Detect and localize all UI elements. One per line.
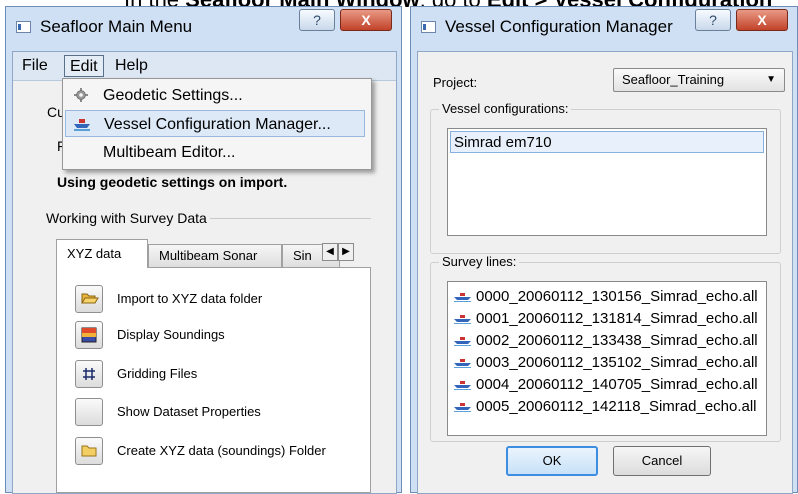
project-select-value: Seafloor_Training: [622, 72, 725, 87]
survey-line-name: 0004_20060112_140705_Simrad_echo.all: [476, 376, 758, 393]
gridding-files-label: Gridding Files: [117, 366, 198, 381]
show-dataset-properties-label: Show Dataset Properties: [117, 404, 261, 419]
tab-scroll-left-icon[interactable]: ◀: [322, 243, 338, 261]
list-item[interactable]: 0003_20060112_135102_Simrad_echo.all: [454, 352, 758, 374]
project-label: Project:: [433, 75, 478, 90]
list-item[interactable]: 0000_20060112_130156_Simrad_echo.all: [454, 286, 758, 308]
window-app-icon: [421, 21, 436, 33]
list-item[interactable]: Simrad em710: [450, 131, 764, 153]
list-item[interactable]: 0005_20060112_142118_Simrad_echo.all: [454, 396, 757, 418]
ship-icon: [454, 381, 471, 390]
survey-line-name: 0001_20060112_131814_Simrad_echo.all: [476, 310, 758, 327]
project-select[interactable]: Seafloor_Training ▼: [613, 68, 785, 92]
list-item[interactable]: 0002_20060112_133438_Simrad_echo.all: [454, 330, 758, 352]
chevron-down-icon: ▼: [766, 74, 776, 85]
vessel-configurations-list[interactable]: Simrad em710: [447, 128, 767, 236]
import-xyz-button[interactable]: [75, 285, 103, 313]
list-item[interactable]: 0001_20060112_131814_Simrad_echo.all: [454, 308, 758, 330]
survey-lines-group: Survey lines: 0000_20060112_130156_Simra…: [430, 254, 781, 442]
geodetic-settings-label: Geodetic Settings...: [103, 87, 243, 104]
soundings-map-icon: [81, 327, 97, 343]
ship-icon: [454, 315, 471, 324]
folder-icon: [81, 445, 97, 457]
ship-icon: [454, 359, 471, 368]
help-button[interactable]: ?: [299, 9, 335, 31]
menubar: File Edit Help: [13, 52, 396, 81]
vessel-configuration-manager-label: Vessel Configuration Manager...: [104, 116, 331, 133]
survey-line-name: 0000_20060112_130156_Simrad_echo.all: [476, 288, 758, 305]
menu-file[interactable]: File: [17, 55, 53, 77]
menu-help[interactable]: Help: [110, 55, 153, 77]
vessel-configurations-label: Vessel configurations:: [439, 101, 572, 116]
gridding-files-button[interactable]: [75, 360, 103, 388]
grid-icon: [83, 368, 95, 380]
survey-lines-list[interactable]: 0000_20060112_130156_Simrad_echo.all 000…: [447, 281, 767, 436]
main-window-title: Seafloor Main Menu: [40, 17, 193, 36]
menu-edit[interactable]: Edit: [64, 55, 104, 77]
display-soundings-label: Display Soundings: [117, 327, 225, 342]
main-titlebar[interactable]: Seafloor Main Menu ? X: [6, 7, 401, 43]
edit-menu-dropdown: Geodetic Settings... Vessel Configuratio…: [62, 78, 372, 170]
vessel-client-area: Project: Seafloor_Training ▼ Vessel conf…: [417, 51, 793, 494]
ship-icon: [454, 403, 471, 412]
ok-button[interactable]: OK: [506, 446, 598, 476]
ship-icon: [74, 119, 90, 131]
window-app-icon: [16, 21, 31, 33]
ship-icon: [454, 337, 471, 346]
menu-item-multibeam-editor[interactable]: Multibeam Editor...: [65, 139, 365, 166]
menu-item-vessel-configuration-manager[interactable]: Vessel Configuration Manager...: [65, 110, 365, 137]
create-xyz-folder-button[interactable]: [75, 437, 103, 465]
survey-line-name: 0003_20060112_135102_Simrad_echo.all: [476, 354, 758, 371]
vessel-configurations-group: Vessel configurations: Simrad em710: [430, 101, 781, 254]
create-xyz-folder-label: Create XYZ data (soundings) Folder: [117, 443, 326, 458]
vessel-titlebar[interactable]: Vessel Configuration Manager ? X: [411, 7, 797, 43]
help-button[interactable]: ?: [695, 9, 731, 31]
tab-scroll-right-icon[interactable]: ▶: [338, 243, 354, 261]
display-soundings-button[interactable]: [75, 321, 103, 349]
list-item[interactable]: 0004_20060112_140705_Simrad_echo.all: [454, 374, 758, 396]
tab-xyz-data[interactable]: XYZ data: [56, 239, 148, 268]
menu-item-geodetic-settings[interactable]: Geodetic Settings...: [65, 82, 365, 109]
import-xyz-label: Import to XYZ data folder: [117, 291, 263, 306]
survey-line-name: 0005_20060112_142118_Simrad_echo.all: [476, 398, 757, 415]
working-with-survey-data-label: Working with Survey Data: [46, 210, 210, 226]
survey-data-tabs: XYZ data Multibeam Sonar Sin ◀ ▶: [56, 239, 362, 268]
close-button[interactable]: X: [340, 9, 392, 31]
vessel-window-title: Vessel Configuration Manager: [445, 17, 673, 36]
xyz-data-tab-panel: Import to XYZ data folder Display Soundi…: [56, 267, 371, 493]
multibeam-editor-label: Multibeam Editor...: [103, 144, 236, 161]
show-dataset-properties-button[interactable]: [75, 398, 103, 426]
vessel-configuration-manager-window: Vessel Configuration Manager ? X Project…: [410, 6, 798, 494]
ship-icon: [454, 293, 471, 302]
geodetic-settings-note: Using geodetic settings on import.: [57, 174, 288, 190]
folder-open-icon: [81, 293, 99, 304]
tab-multibeam-sonar[interactable]: Multibeam Sonar: [148, 244, 282, 267]
gear-icon: [74, 88, 88, 102]
survey-line-name: 0002_20060112_133438_Simrad_echo.all: [476, 332, 758, 349]
cancel-button[interactable]: Cancel: [613, 446, 711, 476]
survey-lines-label: Survey lines:: [439, 254, 520, 269]
close-button[interactable]: X: [736, 9, 788, 31]
